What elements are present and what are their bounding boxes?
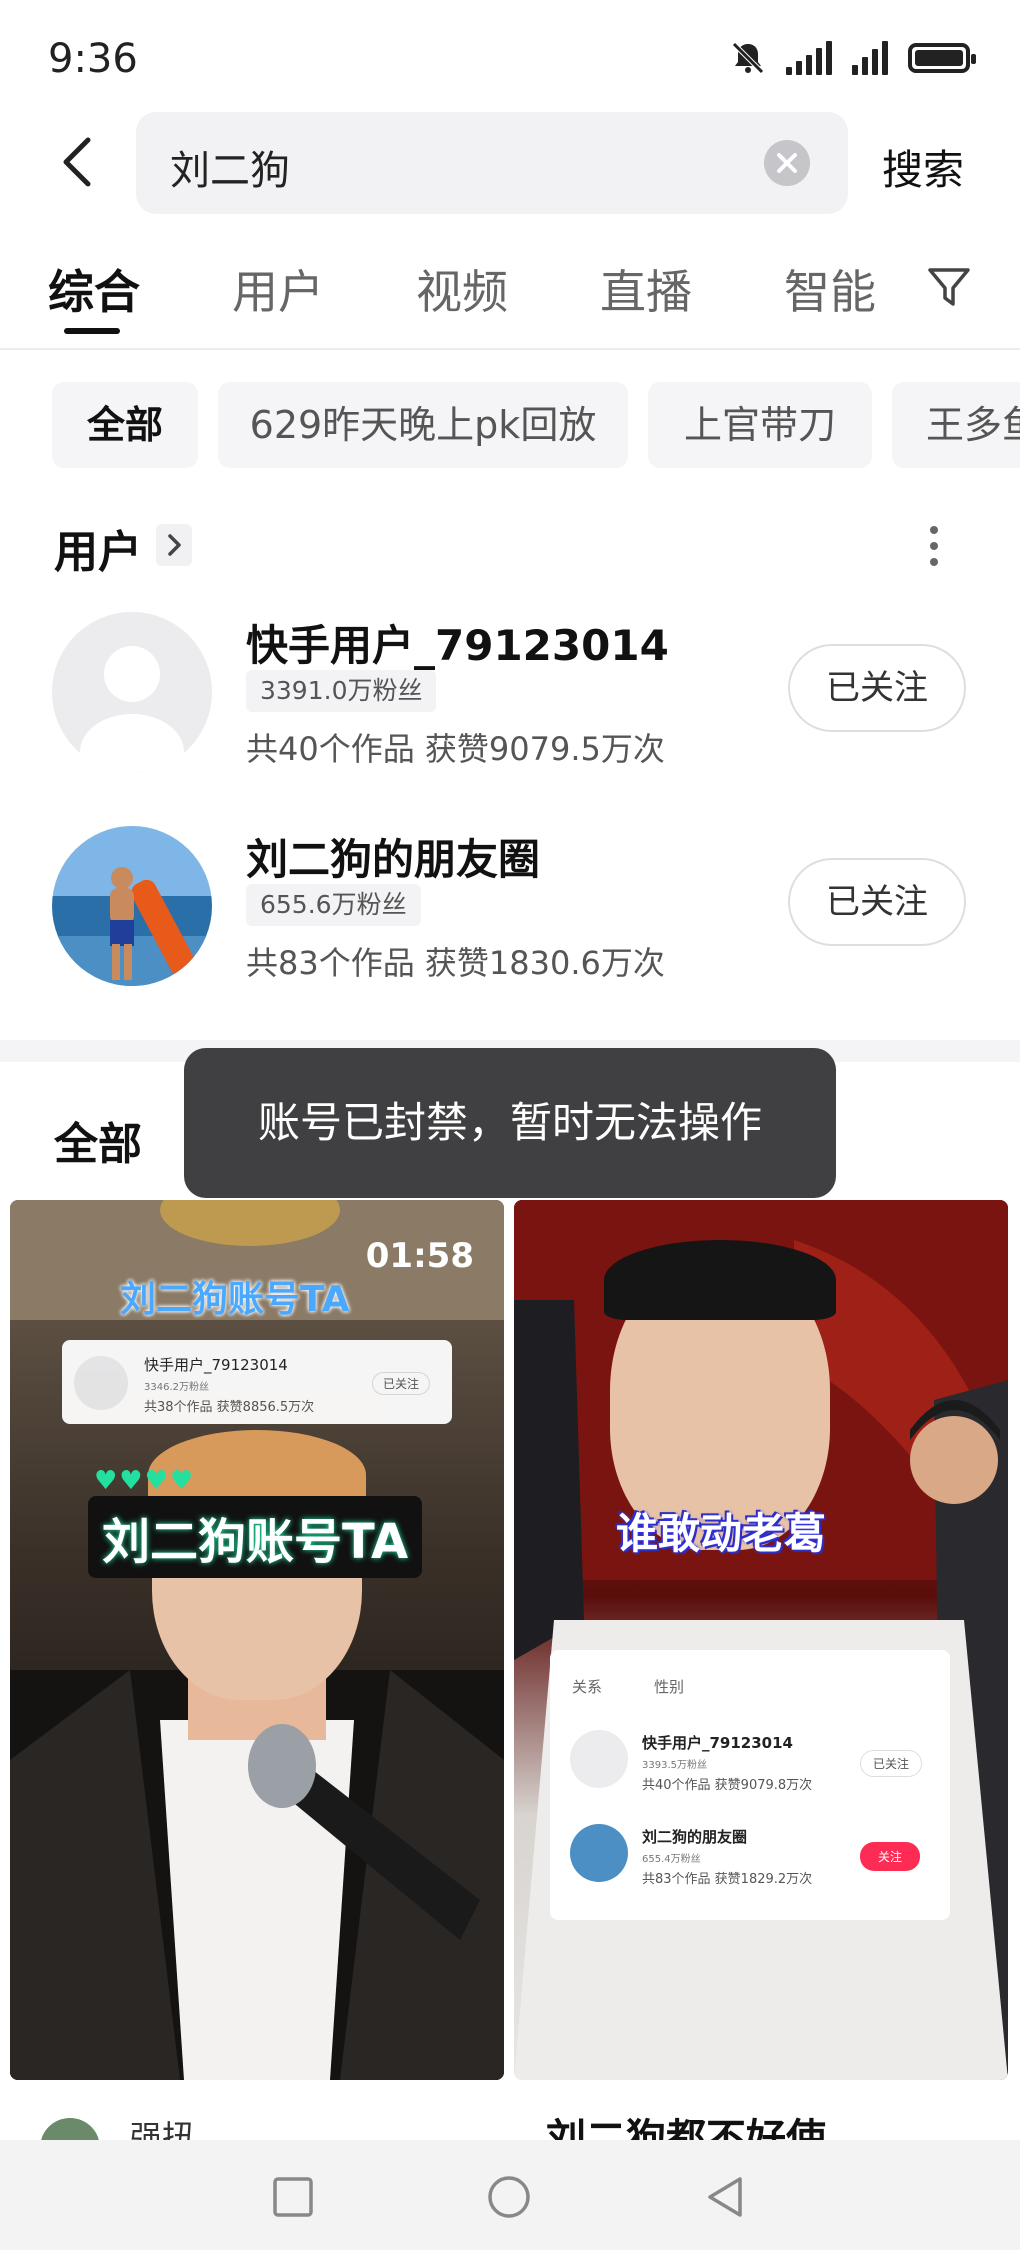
user-name: 快手用户_79123014 bbox=[246, 621, 669, 670]
search-input[interactable]: 刘二狗 bbox=[136, 112, 848, 214]
avatar bbox=[74, 1356, 128, 1410]
avatar[interactable] bbox=[52, 612, 212, 772]
video-card[interactable]: 谁敢动老葛 关系 性别 快手用户_79123014 3393.5万粉丝 共40个… bbox=[514, 1200, 1008, 2080]
beach-photo-avatar bbox=[52, 826, 212, 986]
avatar[interactable] bbox=[52, 826, 212, 986]
video-duration: 01:58 bbox=[365, 1236, 474, 1276]
tab-live[interactable]: 直播 bbox=[600, 256, 692, 322]
users-section-title[interactable]: 用户 bbox=[54, 516, 142, 580]
tab-smart[interactable]: 智能 bbox=[784, 256, 876, 322]
mini-follow: 已关注 bbox=[860, 1750, 923, 1777]
avatar bbox=[570, 1824, 628, 1882]
fans-count-badge: 655.6万粉丝 bbox=[246, 884, 421, 926]
mute-bell-icon bbox=[732, 42, 764, 74]
video-overlay-title: 刘二狗账号TA bbox=[88, 1496, 423, 1578]
search-header: 刘二狗 搜索 bbox=[0, 112, 1020, 216]
toast-message: 账号已封禁，暂时无法操作 bbox=[184, 1048, 836, 1198]
all-section-title: 全部 bbox=[54, 1119, 142, 1170]
status-icons bbox=[730, 40, 976, 76]
battery-charging-icon bbox=[908, 43, 976, 73]
video-overlay-caption: 刘二狗账号TA bbox=[120, 1279, 350, 1320]
recents-icon[interactable] bbox=[270, 2174, 316, 2220]
video-card[interactable]: 01:58 刘二狗账号TA 快手用户_79123014 3346.2万粉丝 共3… bbox=[10, 1200, 504, 2080]
chip-shangguan[interactable]: 上官带刀 bbox=[648, 382, 872, 468]
user-row[interactable]: 刘二狗的朋友圈 655.6万粉丝 共83个作品 获赞1830.6万次 已关注 bbox=[0, 826, 1020, 1006]
status-bar: 9:36 bbox=[0, 0, 1020, 110]
mini-fans: 3346.2万粉丝 bbox=[144, 1382, 209, 1393]
mini-filter: 性别 bbox=[654, 1678, 685, 1696]
fans-count-badge: 3391.0万粉丝 bbox=[246, 670, 437, 712]
chip-wang-duoyu[interactable]: 王多鱼 bbox=[892, 382, 1020, 468]
user-stats: 共40个作品 获赞9079.5万次 bbox=[246, 730, 665, 768]
mini-follow: 关注 bbox=[860, 1842, 921, 1871]
mini-user-name: 快手用户_79123014 bbox=[642, 1734, 793, 1752]
clear-icon[interactable] bbox=[764, 140, 810, 186]
video-overlay-title: 谁敢动老葛 bbox=[616, 1509, 827, 1558]
mini-follow: 已关注 bbox=[372, 1372, 431, 1395]
system-nav-bar bbox=[0, 2140, 1020, 2250]
more-vertical-icon[interactable] bbox=[924, 522, 944, 570]
embedded-search-screenshot: 关系 性别 快手用户_79123014 3393.5万粉丝 共40个作品 获赞9… bbox=[550, 1650, 950, 1920]
mini-stats: 共83个作品 获赞1829.2万次 bbox=[642, 1872, 813, 1887]
followed-button[interactable]: 已关注 bbox=[788, 858, 966, 946]
mini-stats: 共38个作品 获赞8856.5万次 bbox=[144, 1400, 315, 1415]
mini-filter: 关系 bbox=[572, 1678, 603, 1696]
tab-users[interactable]: 用户 bbox=[232, 256, 324, 322]
back-icon[interactable] bbox=[50, 132, 110, 192]
heart-decoration-icon: ♥♥♥♥ bbox=[94, 1466, 196, 1496]
mini-fans: 3393.5万粉丝 bbox=[642, 1760, 707, 1771]
embedded-user-card: 快手用户_79123014 3346.2万粉丝 共38个作品 获赞8856.5万… bbox=[62, 1340, 452, 1424]
search-results-page: 9:36 刘二狗 搜索 综合 用户 视频 直播 智能 全部 629昨天晚上pk回… bbox=[0, 0, 1020, 2250]
mini-stats: 共40个作品 获赞9079.8万次 bbox=[642, 1778, 813, 1793]
filter-icon[interactable] bbox=[926, 264, 972, 310]
card-footers: 强扭 刘二狗都不好使 bbox=[0, 2086, 1020, 2146]
back-nav-icon[interactable] bbox=[702, 2174, 748, 2220]
mini-user-name: 刘二狗的朋友圈 bbox=[642, 1828, 748, 1846]
signal-icon bbox=[852, 41, 888, 75]
mini-fans: 655.4万粉丝 bbox=[642, 1854, 701, 1865]
chip-all[interactable]: 全部 bbox=[52, 382, 198, 468]
chevron-right-icon[interactable] bbox=[156, 524, 192, 566]
signal-icon bbox=[786, 41, 832, 75]
search-query-text: 刘二狗 bbox=[170, 148, 290, 194]
home-icon[interactable] bbox=[486, 2174, 532, 2220]
mini-user-name: 快手用户_79123014 bbox=[144, 1356, 288, 1374]
followed-button[interactable]: 已关注 bbox=[788, 644, 966, 732]
result-tabs: 综合 用户 视频 直播 智能 bbox=[0, 250, 1020, 350]
user-name: 刘二狗的朋友圈 bbox=[246, 835, 541, 884]
hair bbox=[604, 1240, 836, 1320]
user-row[interactable]: 快手用户_79123014 3391.0万粉丝 共40个作品 获赞9079.5万… bbox=[0, 612, 1020, 792]
filter-chips: 全部 629昨天晚上pk回放 上官带刀 王多鱼 bbox=[0, 382, 1020, 470]
user-stats: 共83个作品 获赞1830.6万次 bbox=[246, 944, 665, 982]
tab-videos[interactable]: 视频 bbox=[416, 256, 508, 322]
chip-pk-replay[interactable]: 629昨天晚上pk回放 bbox=[218, 382, 628, 468]
default-avatar-icon bbox=[52, 612, 212, 772]
active-tab-indicator bbox=[64, 328, 120, 334]
search-button[interactable]: 搜索 bbox=[882, 136, 964, 196]
tab-comprehensive[interactable]: 综合 bbox=[48, 256, 140, 322]
avatar bbox=[570, 1730, 628, 1788]
status-time: 9:36 bbox=[48, 36, 138, 82]
